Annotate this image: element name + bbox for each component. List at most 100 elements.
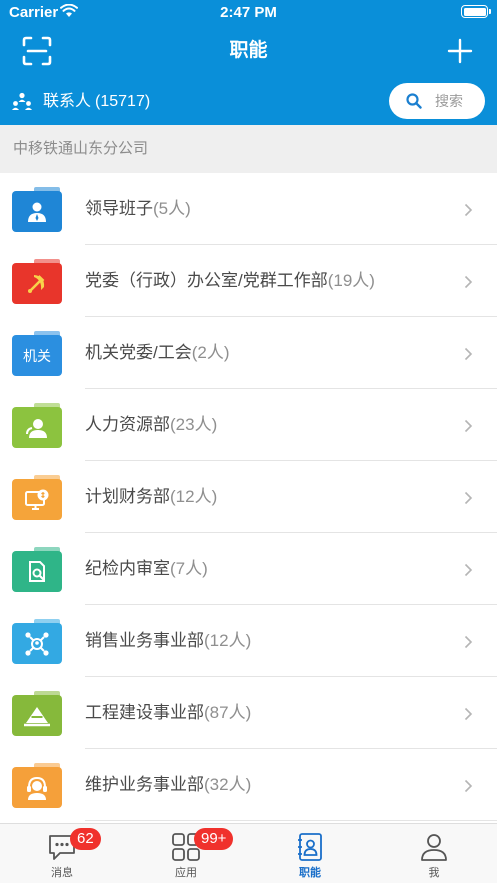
unread-badge: 99+ [194,828,234,850]
department-label: 销售业务事业部(12人) [85,629,251,653]
unread-badge: 62 [70,828,101,850]
tab-label: 职能 [299,867,321,879]
status-bar: Carrier 2:47 PM [0,0,497,26]
tab-functions[interactable]: 职能 [248,824,372,883]
department-label: 计划财务部(12人) [85,485,217,509]
profile-icon [421,834,447,861]
department-name: 机关党委/工会 [85,343,192,362]
address-book-icon [298,833,322,861]
department-name: 党委（行政）办公室/党群工作部 [85,271,328,290]
tab-label: 消息 [51,867,73,879]
department-row-leadership[interactable]: 领导班子(5人) [0,173,497,245]
org-chart-icon [12,92,32,110]
department-name: 计划财务部 [85,487,170,506]
department-label: 领导班子(5人) [85,197,191,221]
department-folder [12,187,62,232]
department-name: 人力资源部 [85,415,170,434]
contacts-bar: 联系人 (15717) 搜索 [0,78,497,125]
add-button[interactable] [446,37,474,65]
department-folder [12,763,62,808]
chevron-right-icon [464,419,473,433]
department-folder [12,259,62,304]
department-count: (32人) [204,775,252,794]
department-name: 纪检内审室 [85,559,170,578]
department-row-audit[interactable]: 纪检内审室(7人) [0,533,497,605]
department-folder [12,547,62,592]
chevron-right-icon [464,635,473,649]
tab-label: 我 [428,867,440,879]
department-count: (23人) [170,415,218,434]
department-count: (12人) [170,487,218,506]
contacts-summary[interactable]: 联系人 (15717) [43,91,150,113]
folder-body [12,767,62,808]
chevron-right-icon [464,203,473,217]
page-title: 职能 [229,40,268,61]
department-folder: 机关 [12,331,62,376]
search-placeholder: 搜索 [435,93,463,109]
department-label: 机关党委/工会(2人) [85,341,230,365]
folder-body [12,191,62,232]
contacts-count: (15717) [95,93,151,110]
phone-screen: Carrier 2:47 PM 职能 联系人 (15717) 搜索 中移铁通山东… [0,0,497,883]
bottom-tab-bar: 62 消息 99+ 应用 职能 我 [0,823,497,883]
audit-document-icon [29,560,45,582]
department-row-finance[interactable]: 计划财务部(12人) [0,461,497,533]
folder-body [12,407,62,448]
construction-icon [24,706,50,726]
tab-apps[interactable]: 99+ 应用 [124,824,248,883]
department-name: 销售业务事业部 [85,631,204,650]
department-label: 工程建设事业部(87人) [85,701,251,725]
person-icon [28,202,46,222]
search-icon [406,93,422,109]
chevron-right-icon [464,275,473,289]
network-hub-icon [25,631,49,656]
department-folder [12,403,62,448]
department-folder [12,619,62,664]
plus-icon [447,38,473,64]
folder-body [12,263,62,304]
department-count: (2人) [191,343,230,362]
department-label: 党委（行政）办公室/党群工作部(19人) [85,269,375,293]
chevron-right-icon [464,563,473,577]
department-label: 维护业务事业部(32人) [85,773,251,797]
tab-messages[interactable]: 62 消息 [0,824,124,883]
folder-body: 机关 [12,335,62,376]
department-name: 工程建设事业部 [85,703,204,722]
folder-body [12,551,62,592]
header: Carrier 2:47 PM 职能 联系人 (15717) 搜索 [0,0,497,125]
company-section-header: 中移铁通山东分公司 [0,125,497,173]
finance-monitor-icon [25,489,49,510]
department-count: (5人) [153,199,191,218]
folder-body [12,695,62,736]
department-row-party-office[interactable]: 党委（行政）办公室/党群工作部(19人) [0,245,497,317]
department-row-engineering[interactable]: 工程建设事业部(87人) [0,677,497,749]
chevron-right-icon [464,707,473,721]
clock: 2:47 PM [220,4,277,21]
department-label: 纪检内审室(7人) [85,557,208,581]
department-count: (19人) [327,271,375,290]
department-count: (7人) [170,559,208,578]
department-row-organ-party[interactable]: 机关 机关党委/工会(2人) [0,317,497,389]
department-row-hr[interactable]: 人力资源部(23人) [0,389,497,461]
folder-text-icon: 机关 [23,347,51,364]
tab-me[interactable]: 我 [372,824,496,883]
tab-label: 应用 [175,867,197,879]
folder-body [12,479,62,520]
department-row-sales[interactable]: 销售业务事业部(12人) [0,605,497,677]
search-button[interactable]: 搜索 [389,83,485,119]
department-row-maintenance[interactable]: 维护业务事业部(32人) [0,749,497,821]
department-label: 人力资源部(23人) [85,413,217,437]
department-count: (87人) [204,703,252,722]
department-folder [12,475,62,520]
headset-icon [27,776,47,800]
chevron-right-icon [464,491,473,505]
chevron-right-icon [464,347,473,361]
people-icon [26,418,47,438]
department-list: 领导班子(5人) 党委（行政）办公室/党群工作部(19人) 机关 机关党委/工会… [0,173,497,821]
department-name: 领导班子 [85,199,153,218]
company-name: 中移铁通山东分公司 [13,140,149,157]
folder-body [12,623,62,664]
chevron-right-icon [464,779,473,793]
row-divider [85,820,497,821]
contacts-label: 联系人 [43,93,92,110]
